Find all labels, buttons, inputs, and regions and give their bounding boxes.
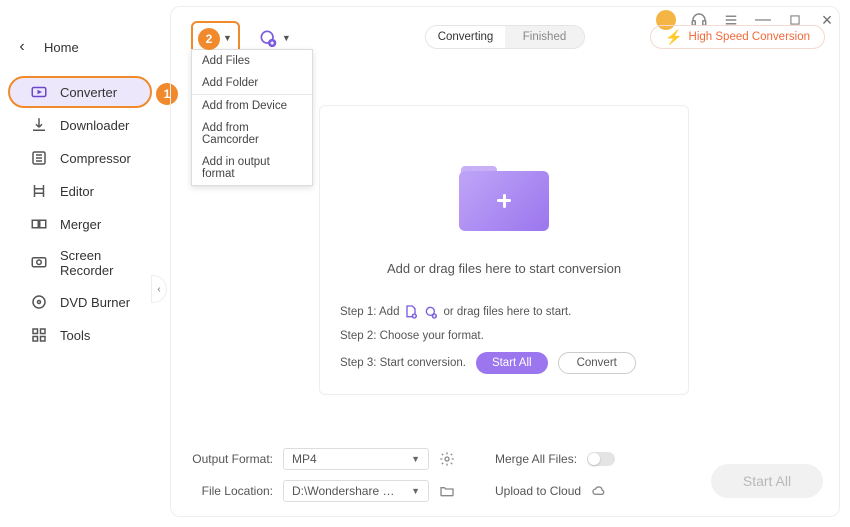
chevron-down-icon: ▼ <box>411 454 420 464</box>
step1-prefix: Step 1: Add <box>340 306 399 318</box>
download-icon <box>30 116 48 134</box>
chevron-down-icon: ▼ <box>282 33 291 43</box>
tools-icon <box>30 326 48 344</box>
step-2: Step 2: Choose your format. <box>340 330 636 342</box>
sidebar-item-dvd-burner[interactable]: DVD Burner <box>8 286 152 318</box>
settings-gear-icon[interactable] <box>439 451 455 467</box>
bolt-icon: ⚡ <box>665 29 682 46</box>
sidebar-collapse-handle[interactable]: ‹ <box>151 275 167 303</box>
tab-segment: Converting Finished <box>425 25 585 49</box>
editor-icon <box>30 182 48 200</box>
start-all-button-small[interactable]: Start All <box>476 352 548 374</box>
sidebar-item-label: Downloader <box>60 118 129 133</box>
sidebar-item-merger[interactable]: Merger <box>8 208 152 240</box>
step-1: Step 1: Add or drag files here to start. <box>340 304 636 320</box>
output-format-label: Output Format: <box>187 452 273 466</box>
dropdown-item-add-folder[interactable]: Add Folder <box>192 72 312 94</box>
sidebar-item-label: Converter <box>60 85 117 100</box>
sidebar-item-label: Compressor <box>60 151 131 166</box>
sidebar-item-downloader[interactable]: Downloader <box>8 109 152 141</box>
output-format-value: MP4 <box>292 452 317 466</box>
step1-suffix: or drag files here to start. <box>443 306 571 318</box>
file-location-select[interactable]: D:\Wondershare UniConverter 1 ▼ <box>283 480 429 502</box>
tab-converting[interactable]: Converting <box>426 26 505 48</box>
sidebar-item-editor[interactable]: Editor <box>8 175 152 207</box>
sidebar-item-tools[interactable]: Tools <box>8 319 152 351</box>
chevron-down-icon: ▼ <box>411 486 420 496</box>
sidebar-item-screen-recorder[interactable]: Screen Recorder <box>8 241 152 285</box>
step-3: Step 3: Start conversion. Start All Conv… <box>340 352 636 374</box>
add-url-icon <box>258 28 278 48</box>
add-files-dropdown: Add Files Add Folder Add from Device Add… <box>191 49 313 186</box>
merge-all-toggle[interactable] <box>587 452 615 466</box>
sidebar-item-label: Tools <box>60 328 90 343</box>
converter-icon <box>30 83 48 101</box>
back-icon: ‹ <box>14 38 30 56</box>
cloud-icon[interactable] <box>591 483 607 499</box>
tab-finished[interactable]: Finished <box>505 26 584 48</box>
output-format-select[interactable]: MP4 ▼ <box>283 448 429 470</box>
dropzone-text: Add or drag files here to start conversi… <box>387 261 621 276</box>
sidebar-item-label: Screen Recorder <box>60 248 138 278</box>
dvd-icon <box>30 293 48 311</box>
high-speed-label: High Speed Conversion <box>689 31 810 43</box>
merge-all-label: Merge All Files: <box>495 452 577 466</box>
folder-illustration <box>454 154 554 239</box>
recorder-icon <box>30 254 48 272</box>
sidebar-item-label: DVD Burner <box>60 295 130 310</box>
dropzone-card[interactable]: Add or drag files here to start conversi… <box>319 105 689 395</box>
sidebar-item-label: Editor <box>60 184 94 199</box>
step3-text: Step 3: Start conversion. <box>340 357 466 369</box>
sidebar-item-compressor[interactable]: Compressor <box>8 142 152 174</box>
merger-icon <box>30 215 48 233</box>
dropdown-item-add-output-format[interactable]: Add in output format <box>192 151 312 185</box>
upload-cloud-label: Upload to Cloud <box>495 484 581 498</box>
chevron-down-icon: ▼ <box>223 33 232 43</box>
home-label: Home <box>44 40 79 55</box>
sidebar-item-label: Merger <box>60 217 101 232</box>
open-folder-icon[interactable] <box>439 483 455 499</box>
dropdown-item-add-device[interactable]: Add from Device <box>192 95 312 117</box>
home-nav[interactable]: ‹ Home <box>0 30 160 64</box>
file-location-label: File Location: <box>187 484 273 498</box>
start-all-button[interactable]: Start All <box>711 464 823 498</box>
dropdown-item-add-files[interactable]: Add Files <box>192 50 312 72</box>
compressor-icon <box>30 149 48 167</box>
add-file-icon[interactable] <box>403 304 419 320</box>
dropdown-item-add-camcorder[interactable]: Add from Camcorder <box>192 117 312 151</box>
sidebar-item-converter[interactable]: Converter 1 <box>8 76 152 108</box>
file-location-value: D:\Wondershare UniConverter 1 <box>292 484 402 498</box>
convert-button[interactable]: Convert <box>558 352 636 374</box>
callout-badge-2: 2 <box>198 28 220 50</box>
high-speed-conversion[interactable]: ⚡ High Speed Conversion <box>650 25 825 49</box>
add-url-icon[interactable] <box>423 304 439 320</box>
